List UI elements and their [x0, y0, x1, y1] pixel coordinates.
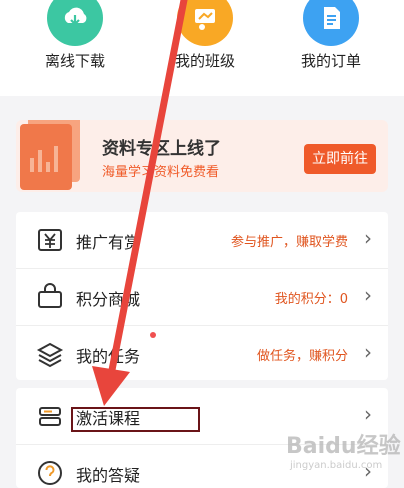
chevron-right-icon: › [364, 283, 372, 307]
question-icon [38, 461, 62, 485]
quick-action-label: 离线下载 [44, 52, 105, 70]
baidu-watermark: Baidu经验 jingyan.baidu.com [286, 426, 404, 482]
menu-item-referral[interactable]: 推广有赏 参与推广，赚取学费 › [16, 212, 388, 269]
menu-item-label: 积分商城 [76, 290, 141, 309]
menu-item-value: 做任务，赚积分 [256, 349, 348, 364]
yen-icon [38, 229, 62, 251]
quick-action-my-class[interactable]: 我的班级 [150, 0, 260, 71]
resource-zone-banner[interactable]: 资料专区上线了 海量学习资料免费看 立即前往 [16, 116, 388, 192]
menu-item-my-tasks[interactable]: 我的任务 做任务，赚积分 › [16, 326, 388, 380]
quick-action-label: 我的订单 [300, 52, 361, 70]
shop-bag-icon [38, 283, 62, 308]
menu-item-label: 我的答疑 [76, 466, 141, 485]
download-icon [47, 0, 103, 46]
menu-item-label: 我的任务 [76, 347, 141, 366]
quick-action-label: 我的班级 [174, 52, 235, 70]
banner-title: 资料专区上线了 [102, 139, 221, 159]
book-stack-icon [39, 407, 61, 426]
menu-item-label: 推广有赏 [76, 233, 141, 252]
watermark-url: jingyan.baidu.com [290, 460, 383, 471]
quick-action-my-orders[interactable]: 我的订单 [276, 0, 386, 71]
chevron-right-icon: › [364, 402, 372, 426]
new-badge-dot [150, 332, 156, 338]
menu-item-points-mall[interactable]: 积分商城 我的积分：0 › [16, 269, 388, 326]
class-board-icon [177, 0, 233, 46]
chevron-right-icon: › [364, 340, 372, 364]
chevron-right-icon: › [364, 226, 372, 250]
quick-actions-bar: 离线下载 我的班级 我的订单 [0, 0, 404, 96]
layers-icon [36, 342, 64, 368]
menu-group-1: 推广有赏 参与推广，赚取学费 › 积分商城 我的积分：0 › 我的任务 做任务，… [16, 212, 388, 380]
quick-action-offline-download[interactable]: 离线下载 [20, 0, 130, 71]
order-doc-icon [303, 0, 359, 46]
banner-subtitle: 海量学习资料免费看 [102, 165, 220, 180]
watermark-logo: Baidu经验 [286, 434, 401, 459]
highlight-box [71, 407, 200, 432]
menu-item-value: 我的积分：0 [274, 292, 348, 307]
menu-item-value: 参与推广，赚取学费 [230, 235, 348, 250]
go-now-button[interactable]: 立即前往 [304, 144, 376, 174]
chart-book-icon [18, 116, 88, 196]
